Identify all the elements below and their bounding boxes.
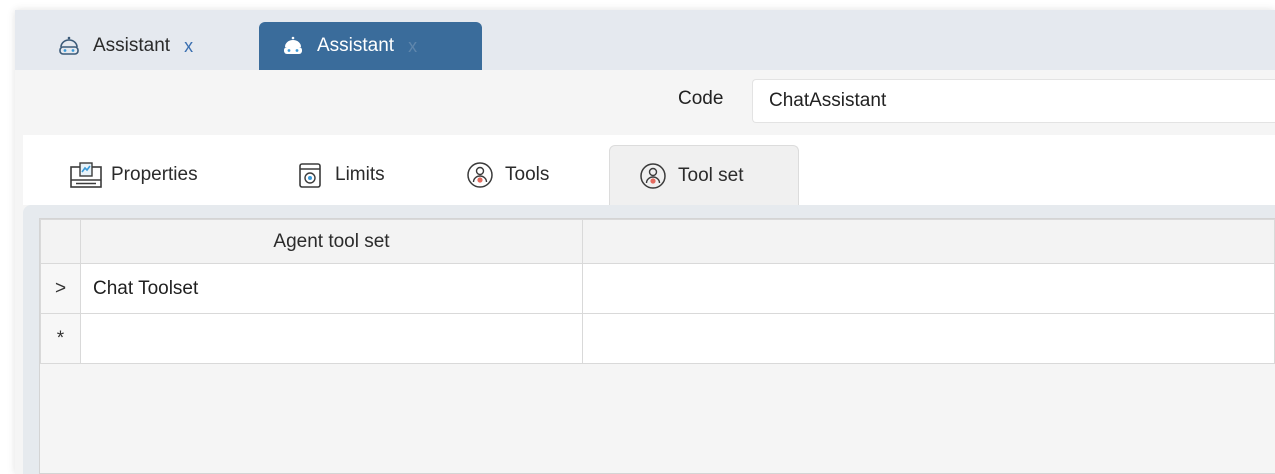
document-tab-label: Assistant	[93, 35, 171, 56]
toolset-agent-icon	[636, 161, 670, 191]
assistant-filled-icon	[281, 34, 305, 58]
tab-label: Properties	[111, 164, 198, 185]
code-input[interactable]	[752, 79, 1275, 123]
column-header-agent-tool-set[interactable]: Agent tool set	[80, 219, 583, 264]
editor-content: Code Properties	[15, 70, 1275, 474]
close-icon[interactable]: x	[184, 36, 193, 57]
table-row[interactable]: > Chat Toolset	[40, 263, 1275, 314]
tool-set-panel: Agent tool set > Chat Toolset *	[23, 205, 1275, 474]
tools-agent-icon	[463, 160, 497, 190]
tab-tool-set[interactable]: Tool set	[609, 145, 799, 205]
grid-header-row: Agent tool set	[40, 219, 1275, 264]
tab-limits[interactable]: Limits	[293, 145, 385, 205]
document-tab-assistant-2[interactable]: Assistant x	[259, 22, 482, 70]
document-tab-strip: Assistant x Assistant x	[15, 10, 1275, 70]
page-tab-bar: Properties Limits Tools Tool set	[23, 135, 1275, 205]
code-label: Code	[678, 88, 724, 109]
table-cell-tool-set[interactable]: Chat Toolset	[80, 263, 583, 314]
table-cell-tool-set[interactable]	[80, 313, 583, 364]
tab-label: Tool set	[678, 164, 744, 186]
tab-label: Tools	[505, 164, 550, 185]
properties-card-icon	[69, 160, 103, 190]
tab-properties[interactable]: Properties	[69, 145, 198, 205]
column-header-empty[interactable]	[582, 219, 1275, 264]
tab-label: Limits	[335, 164, 385, 185]
document-tab-assistant-1[interactable]: Assistant x	[35, 22, 260, 70]
tab-tools[interactable]: Tools	[463, 145, 549, 205]
application-window: Assistant x Assistant x Code ChatAssista…	[15, 10, 1275, 474]
table-cell[interactable]	[582, 313, 1275, 364]
current-row-indicator[interactable]: >	[40, 263, 81, 314]
new-row[interactable]: *	[40, 313, 1275, 364]
row-header-corner	[40, 219, 81, 264]
close-icon[interactable]: x	[408, 36, 417, 57]
document-tab-label: Assistant	[317, 35, 395, 56]
limits-icon	[293, 160, 327, 190]
new-row-indicator[interactable]: *	[40, 313, 81, 364]
assistant-outline-icon	[57, 34, 81, 58]
table-cell[interactable]	[582, 263, 1275, 314]
tool-set-grid: Agent tool set > Chat Toolset *	[39, 218, 1275, 474]
